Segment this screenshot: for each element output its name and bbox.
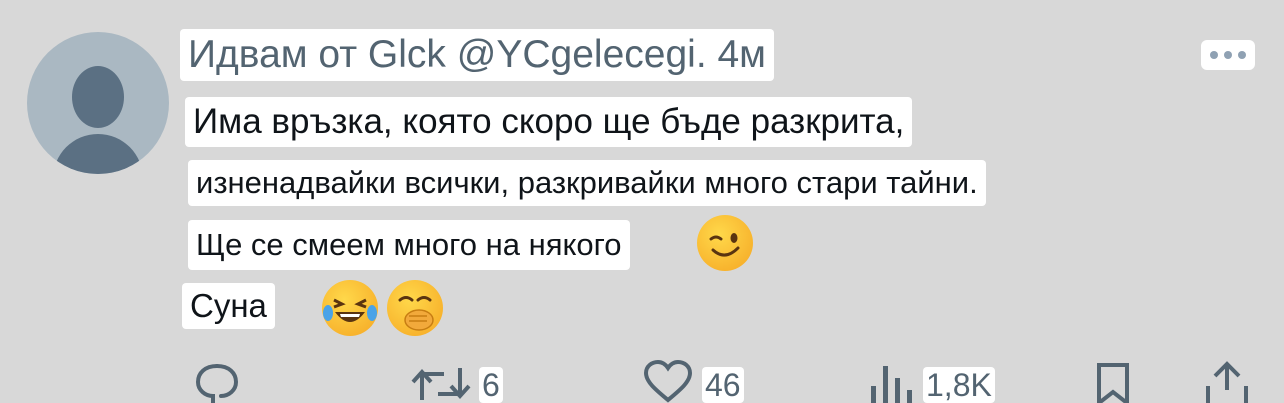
- more-dot: [1238, 51, 1246, 59]
- post-text-line-3: Ще се смеем много на някого: [188, 220, 630, 270]
- post-header[interactable]: Идвам от Glck @YCgelecegi. 4м: [180, 29, 774, 81]
- reply-icon[interactable]: [193, 360, 243, 403]
- laughing-emoji: [322, 280, 378, 336]
- avatar-body-shape: [53, 134, 143, 174]
- post-text-line-2: изненадвайки всички, разкривайки много с…: [188, 160, 986, 206]
- retweet-count: 6: [479, 367, 503, 403]
- views-count: 1,8K: [923, 367, 995, 403]
- views-icon[interactable]: [867, 360, 913, 403]
- more-dot: [1224, 51, 1232, 59]
- retweet-icon[interactable]: [410, 360, 472, 403]
- avatar[interactable]: [27, 32, 169, 174]
- avatar-head-shape: [72, 66, 124, 128]
- share-icon[interactable]: [1203, 360, 1251, 403]
- post-text-line-1: Има връзка, която скоро ще бъде разкрита…: [185, 97, 913, 147]
- more-icon[interactable]: [1201, 40, 1255, 70]
- like-icon[interactable]: [642, 360, 694, 403]
- more-dot: [1210, 51, 1218, 59]
- post-text-line-4: Суна: [182, 283, 275, 329]
- like-count: 46: [702, 367, 744, 403]
- hand-over-mouth-emoji: [387, 280, 443, 336]
- wink-emoji: [697, 215, 753, 271]
- bookmark-icon[interactable]: [1094, 360, 1132, 403]
